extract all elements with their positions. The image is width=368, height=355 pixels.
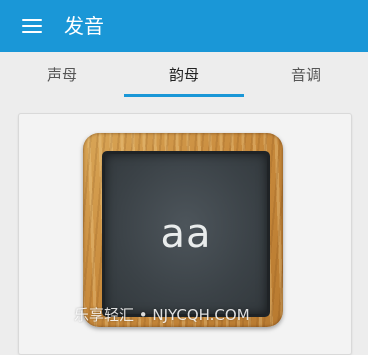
watermark-text: 乐享轻汇 • NJYCQH.COM	[74, 306, 250, 324]
selected-tab-indicator	[124, 94, 244, 97]
app-bar: 发音	[0, 0, 368, 52]
blackboard-frame[interactable]: aa	[83, 133, 283, 327]
hamburger-menu-icon[interactable]	[22, 18, 42, 34]
blackboard: aa	[102, 151, 270, 317]
app-title: 发音	[64, 14, 104, 38]
blackboard-text: aa	[160, 211, 212, 257]
tab-bar: 声母 韵母 音调	[0, 52, 368, 98]
tab-finals[interactable]: 韵母	[124, 52, 244, 98]
tab-tones[interactable]: 音调	[244, 52, 368, 98]
tab-initials[interactable]: 声母	[0, 52, 124, 98]
